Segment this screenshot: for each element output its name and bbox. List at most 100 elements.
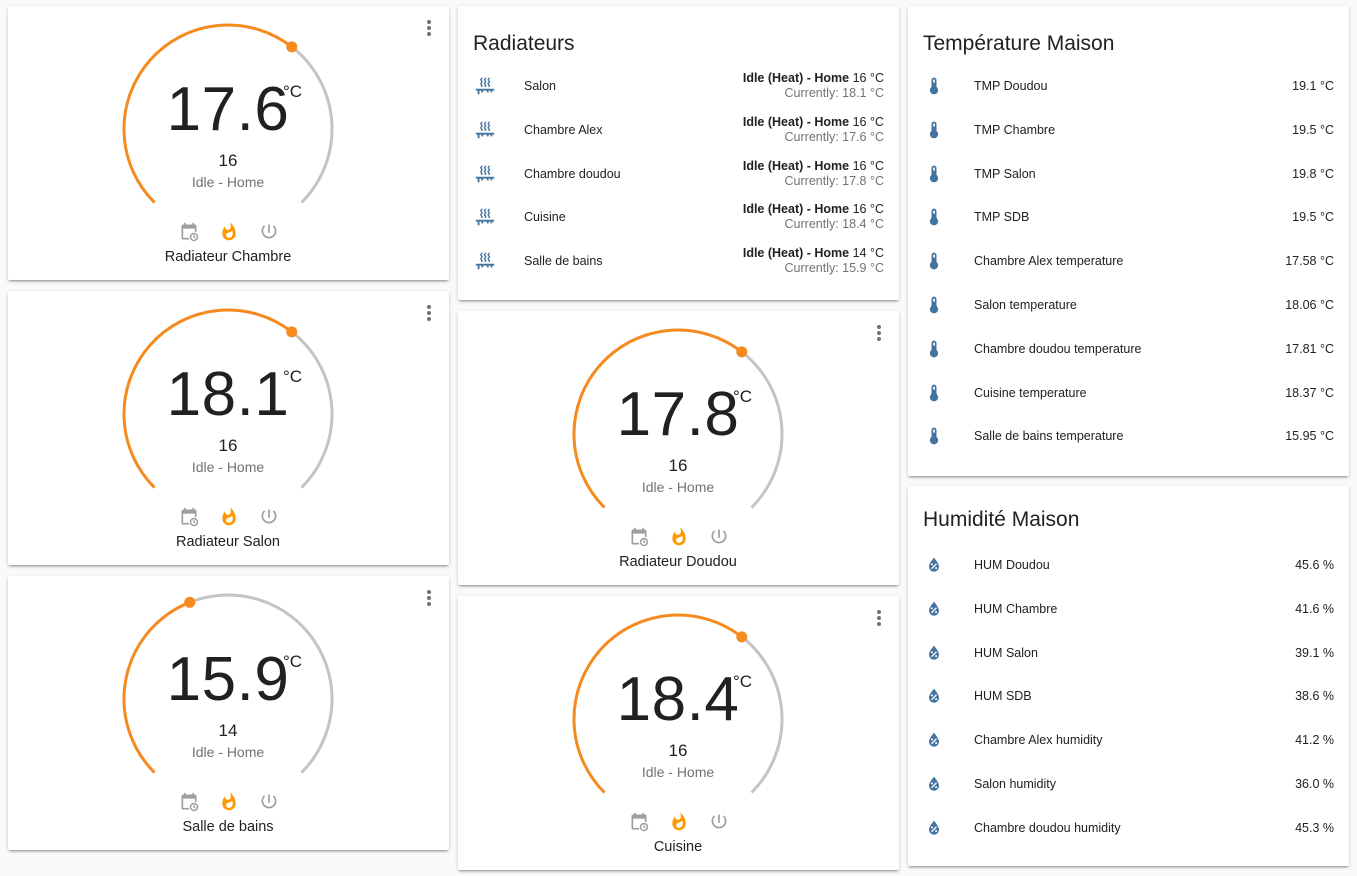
sensor-row[interactable]: HUM Chambre 41.6 % xyxy=(924,591,1334,627)
mode-heat-button[interactable] xyxy=(668,811,690,833)
sensor-row[interactable]: TMP Chambre 19.5 °C xyxy=(924,112,1334,148)
menu-icon[interactable] xyxy=(421,16,437,40)
thermostat-name: Radiateur Doudou xyxy=(619,554,737,570)
sensor-name: Chambre Alex temperature xyxy=(974,254,1124,269)
hvac-status: Idle - Home xyxy=(191,744,265,760)
thermostat-name: Radiateur Chambre xyxy=(164,249,292,265)
mode-off-button[interactable] xyxy=(708,811,730,833)
sensor-name: Salon temperature xyxy=(974,298,1077,312)
sensor-name: Salle de bains temperature xyxy=(974,429,1124,444)
sensor-name: HUM Chambre xyxy=(974,601,1058,616)
humidity-card: Humidité Maison HUM Doudou 45.6 % HUM Cham… xyxy=(908,486,1349,866)
sensor-name: TMP Doudou xyxy=(974,79,1048,93)
mode-heat-button[interactable] xyxy=(218,791,240,813)
water-percent-icon xyxy=(924,642,956,664)
sensor-row[interactable]: Chambre doudou humidity 45.3 % xyxy=(924,810,1334,846)
mode-heat-button[interactable] xyxy=(218,221,240,243)
thermostat-card-cuisine: 18.4 °C 16 Idle - Home Cuisine xyxy=(458,596,899,870)
radiator-row[interactable]: Cuisine Idle (Heat) - Home 16 °C Currently… xyxy=(474,199,884,235)
setpoint-handle[interactable] xyxy=(286,326,298,338)
sensor-name: TMP Chambre xyxy=(974,122,1056,137)
mode-auto-button[interactable] xyxy=(628,526,650,548)
target-temperature: 16 xyxy=(668,741,688,760)
radiator-row[interactable]: Chambre doudou Idle (Heat) - Home 16 °C Cu… xyxy=(474,156,884,192)
thermostat-card-salle-de-bains: 15.9 °C 14 Idle - Home Salle de bains xyxy=(8,576,449,850)
sensor-name: TMP Salon xyxy=(974,166,1036,181)
fire-icon xyxy=(672,527,686,546)
setpoint-handle[interactable] xyxy=(736,631,748,643)
sensor-row[interactable]: TMP SDB 19.5 °C xyxy=(924,199,1334,235)
radiator-current: Currently: 18.1 °C xyxy=(784,86,884,100)
radiator-state: Idle (Heat) - Home 14 °C Currently: 15.9 … xyxy=(743,246,884,276)
sensor-name: Chambre doudou temperature xyxy=(974,341,1142,356)
menu-icon[interactable] xyxy=(871,321,887,345)
radiator-name: Chambre Alex xyxy=(524,122,603,137)
thermostat-card-salon: 18.1 °C 16 Idle - Home Radiateur Salon xyxy=(8,291,449,565)
water-percent-icon xyxy=(924,729,956,751)
setpoint-handle[interactable] xyxy=(184,596,196,608)
mode-heat-button[interactable] xyxy=(668,526,690,548)
mode-off-button[interactable] xyxy=(258,791,280,813)
fire-icon xyxy=(222,507,236,526)
mode-auto-button[interactable] xyxy=(628,811,650,833)
thermometer-icon xyxy=(924,294,956,316)
sensor-row[interactable]: HUM SDB 38.6 % xyxy=(924,678,1334,714)
radiator-icon xyxy=(474,75,506,97)
fire-icon xyxy=(222,792,236,811)
thermometer-icon xyxy=(924,206,956,228)
calendar-sync-icon xyxy=(631,527,649,547)
power-icon xyxy=(711,529,727,544)
calendar-sync-icon xyxy=(181,507,199,527)
radiator-state: Idle (Heat) - Home 16 °C Currently: 18.4 … xyxy=(743,202,884,232)
sensor-row[interactable]: Chambre Alex temperature 17.58 °C xyxy=(924,243,1334,279)
radiator-row[interactable]: Salle de bains Idle (Heat) - Home 14 °C Cu… xyxy=(474,243,884,279)
menu-icon[interactable] xyxy=(421,586,437,610)
menu-icon[interactable] xyxy=(871,606,887,630)
mode-off-button[interactable] xyxy=(258,221,280,243)
setpoint-handle[interactable] xyxy=(286,41,298,53)
radiator-row[interactable]: Salon Idle (Heat) - Home 16 °C Currently: … xyxy=(474,68,884,104)
target-temperature: 16 xyxy=(218,436,238,455)
sensor-name: HUM Doudou xyxy=(974,558,1050,572)
power-icon xyxy=(261,224,277,239)
hvac-modes xyxy=(178,506,280,528)
hvac-modes xyxy=(628,811,730,833)
radiator-target: 16 °C xyxy=(852,114,884,129)
sensor-value: 18.37 °C xyxy=(1285,385,1334,400)
mode-auto-button[interactable] xyxy=(178,791,200,813)
sensor-row[interactable]: Salon humidity 36.0 % xyxy=(924,766,1334,802)
sensor-row[interactable]: Salle de bains temperature 15.95 °C xyxy=(924,418,1334,454)
sensor-value: 45.3 % xyxy=(1295,820,1334,835)
water-percent-icon xyxy=(924,685,956,707)
hvac-status: Idle - Home xyxy=(191,459,265,475)
mode-off-button[interactable] xyxy=(708,526,730,548)
radiator-name: Salle de bains xyxy=(524,254,603,269)
mode-heat-button[interactable] xyxy=(218,506,240,528)
temperature-unit: °C xyxy=(733,672,753,691)
radiator-current: Currently: 15.9 °C xyxy=(784,261,884,276)
sensor-row[interactable]: Chambre Alex humidity 41.2 % xyxy=(924,722,1334,758)
sensor-row[interactable]: Chambre doudou temperature 17.81 °C xyxy=(924,331,1334,367)
radiator-mode: Idle (Heat) - Home xyxy=(742,114,850,129)
mode-auto-button[interactable] xyxy=(178,506,200,528)
water-percent-icon xyxy=(924,598,956,620)
radiator-row[interactable]: Chambre Alex Idle (Heat) - Home 16 °C Curr… xyxy=(474,112,884,148)
sensor-row[interactable]: TMP Doudou 19.1 °C xyxy=(924,68,1334,104)
setpoint-handle[interactable] xyxy=(736,346,748,358)
hvac-status: Idle - Home xyxy=(191,174,265,190)
sensor-row[interactable]: Salon temperature 18.06 °C xyxy=(924,287,1334,323)
mode-auto-button[interactable] xyxy=(178,221,200,243)
sensor-row[interactable]: HUM Salon 39.1 % xyxy=(924,635,1334,671)
sensor-name: Chambre Alex humidity xyxy=(974,733,1103,748)
menu-icon[interactable] xyxy=(421,301,437,325)
sensor-row[interactable]: Cuisine temperature 18.37 °C xyxy=(924,375,1334,411)
radiator-icon xyxy=(474,119,506,141)
sensor-name: Salon humidity xyxy=(974,777,1056,791)
mode-off-button[interactable] xyxy=(258,506,280,528)
sensor-row[interactable]: HUM Doudou 45.6 % xyxy=(924,547,1334,583)
sensor-value: 41.2 % xyxy=(1295,733,1334,748)
sensor-row[interactable]: TMP Salon 19.8 °C xyxy=(924,156,1334,192)
sensor-name: Cuisine temperature xyxy=(974,385,1087,400)
sensor-value: 19.1 °C xyxy=(1292,79,1334,93)
fire-icon xyxy=(672,812,686,831)
